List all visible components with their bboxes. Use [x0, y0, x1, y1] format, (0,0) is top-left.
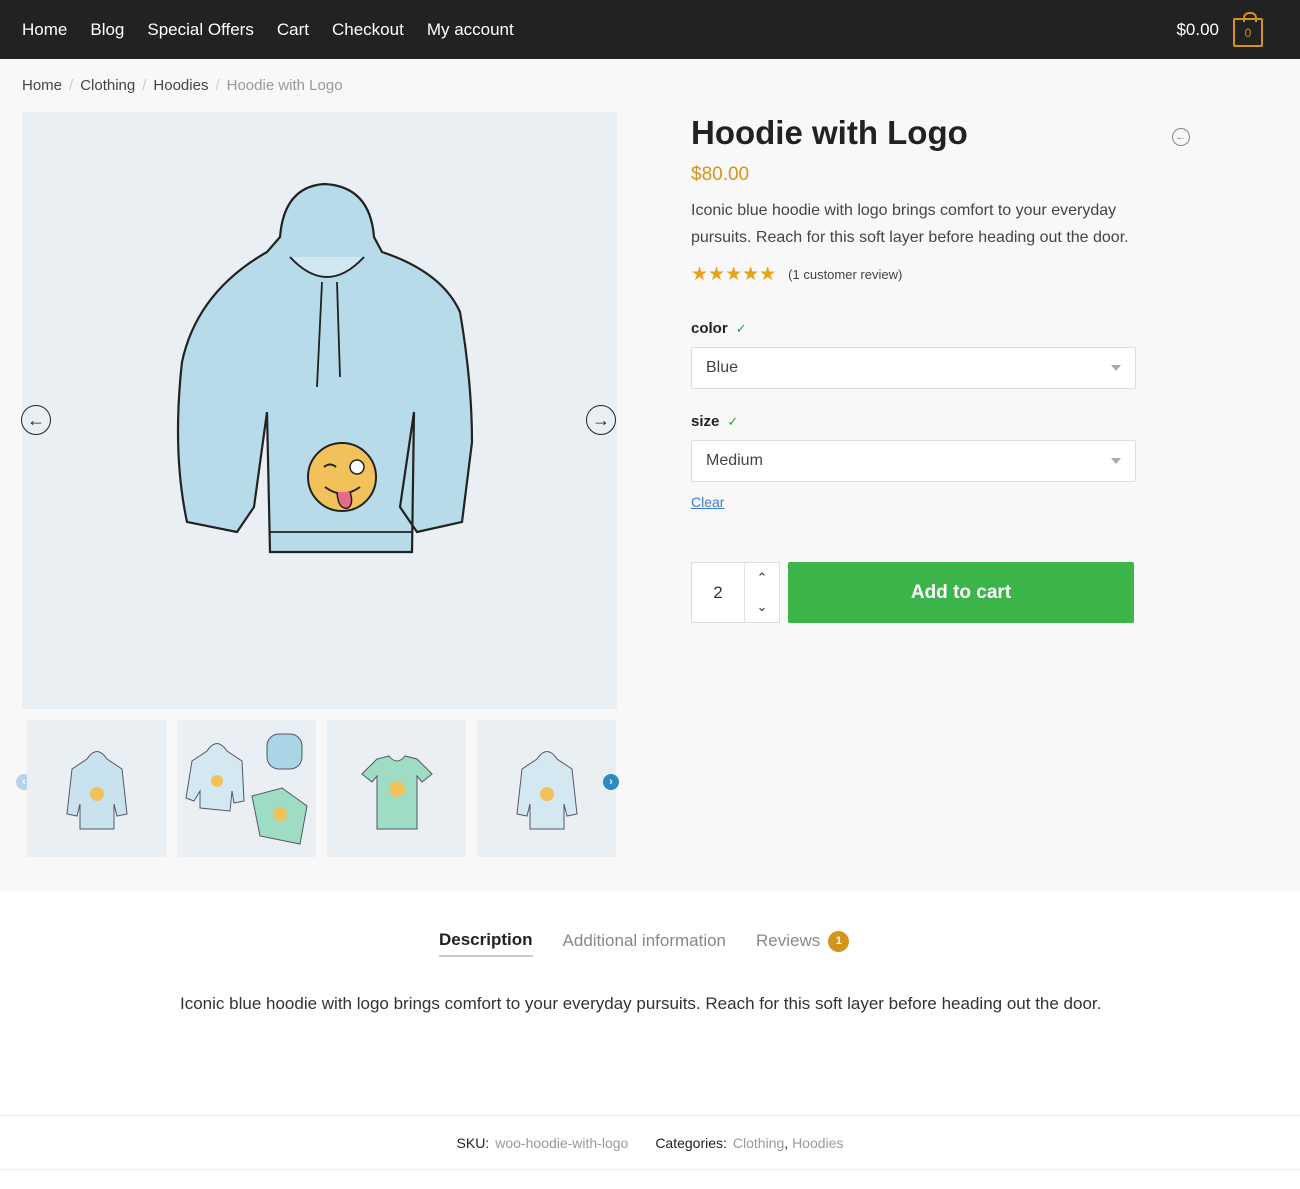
thumbnail-image[interactable]	[27, 720, 166, 857]
chevron-right-icon: ›	[609, 776, 613, 788]
breadcrumb-home[interactable]: Home	[22, 77, 62, 94]
clothing-set-thumbnail-icon	[184, 733, 308, 845]
breadcrumb-separator: /	[69, 77, 74, 94]
size-label: size ✓	[691, 413, 1141, 430]
tab-additional-information-label: Additional information	[562, 931, 727, 950]
hoodie-illustration	[176, 182, 474, 554]
cart-count: 0	[1244, 25, 1252, 40]
nav-special-offers[interactable]: Special Offers	[147, 20, 253, 40]
thumbnail-image[interactable]	[177, 720, 316, 857]
hoodie-thumbnail-icon	[65, 750, 128, 829]
main-product-image[interactable]: ← →	[21, 112, 617, 709]
chevron-up-icon[interactable]: ⌃	[757, 570, 768, 586]
thumbnail-image[interactable]	[477, 720, 616, 857]
categories-label: Categories:	[655, 1134, 727, 1151]
product-description: Iconic blue hoodie with logo brings comf…	[180, 994, 1102, 1013]
size-select[interactable]: Medium	[691, 440, 1136, 482]
back-arrow-icon[interactable]: ←	[1172, 128, 1190, 146]
quantity-steps: ⌃ ⌄	[745, 563, 779, 622]
customer-review-link[interactable]: (1 customer review)	[788, 267, 902, 282]
chevron-down-icon[interactable]: ⌄	[757, 599, 768, 615]
color-select-value: Blue	[706, 359, 739, 376]
add-to-cart-button[interactable]: Add to cart	[788, 562, 1134, 623]
tab-additional-information[interactable]: Additional information	[563, 930, 726, 957]
product-rating: ★★★★★ (1 customer review)	[691, 263, 1141, 286]
breadcrumb: Home / Clothing / Hoodies / Hoodie with Logo	[22, 77, 343, 94]
breadcrumb-hoodies[interactable]: Hoodies	[153, 77, 208, 94]
top-bar: Home Blog Special Offers Cart Checkout M…	[0, 0, 1300, 59]
product-tabs: Description Additional information Revie…	[439, 930, 850, 957]
header-cart[interactable]: $0.00 0	[1176, 12, 1263, 47]
short-description: Iconic blue hoodie with logo brings comf…	[691, 202, 1129, 246]
quantity-stepper[interactable]: 2 ⌃ ⌄	[691, 562, 780, 623]
cart-total: $0.00	[1176, 19, 1219, 39]
nav-blog[interactable]: Blog	[90, 20, 124, 40]
nav-checkout[interactable]: Checkout	[332, 20, 404, 40]
thumbnails-next-button[interactable]: ›	[603, 774, 619, 790]
variation-color: color ✓ Blue	[691, 320, 1141, 389]
sku-label: SKU:	[456, 1134, 490, 1151]
shopping-bag-icon: 0	[1233, 12, 1263, 47]
color-select[interactable]: Blue	[691, 347, 1136, 389]
category-link-clothing[interactable]: Clothing	[733, 1135, 784, 1151]
tab-reviews-label: Reviews	[756, 931, 821, 950]
nav-home[interactable]: Home	[22, 20, 67, 40]
product-title: Hoodie with Logo	[691, 114, 968, 151]
breadcrumb-separator: /	[215, 77, 220, 94]
caret-down-icon	[1111, 365, 1121, 371]
add-to-cart-row: 2 ⌃ ⌄ Add to cart	[691, 562, 1141, 623]
check-icon: ✓	[727, 413, 739, 429]
product-price: $80.00	[691, 164, 750, 185]
gallery-prev-button[interactable]: ←	[21, 405, 51, 435]
caret-down-icon	[1111, 458, 1121, 464]
thumbnail-image[interactable]	[327, 720, 466, 857]
product-summary: Hoodie with Logo $80.00 Iconic blue hood…	[691, 112, 1141, 623]
tab-description-label: Description	[439, 930, 533, 949]
star-rating-icon: ★★★★★	[691, 264, 777, 285]
arrow-right-icon: →	[592, 409, 610, 430]
tshirt-thumbnail-icon	[360, 754, 433, 829]
size-label-text: size	[691, 413, 720, 430]
quantity-input[interactable]: 2	[692, 563, 745, 622]
breadcrumb-separator: /	[142, 77, 147, 94]
chevron-left-icon: ‹	[22, 776, 26, 788]
tab-reviews[interactable]: Reviews 1	[756, 930, 850, 957]
clear-selection-link[interactable]: Clear	[691, 494, 724, 510]
breadcrumb-clothing[interactable]: Clothing	[80, 77, 135, 94]
tab-description[interactable]: Description	[439, 930, 533, 957]
check-icon: ✓	[735, 320, 747, 336]
gallery-next-button[interactable]: →	[586, 405, 616, 435]
product-area: Home / Clothing / Hoodies / Hoodie with Logo ←…	[0, 59, 1300, 891]
category-link-hoodies[interactable]: Hoodies	[792, 1135, 843, 1151]
product-meta: SKU: woo-hoodie-with-logo Categories: Cl…	[0, 1115, 1300, 1170]
variation-size: size ✓ Medium	[691, 413, 1141, 482]
nav-my-account[interactable]: My account	[427, 20, 514, 40]
breadcrumb-current: Hoodie with Logo	[226, 77, 343, 94]
arrow-left-icon: ←	[27, 409, 45, 430]
main-nav: Home Blog Special Offers Cart Checkout M…	[22, 20, 537, 40]
nav-cart[interactable]: Cart	[277, 20, 309, 40]
color-label-text: color	[691, 320, 728, 337]
thumbnail-strip	[27, 720, 616, 857]
hoodie-thumbnail-icon	[515, 750, 578, 829]
sku-value: woo-hoodie-with-logo	[495, 1134, 629, 1151]
color-label: color ✓	[691, 320, 1141, 337]
size-select-value: Medium	[706, 452, 763, 469]
reviews-count-badge: 1	[828, 930, 850, 952]
